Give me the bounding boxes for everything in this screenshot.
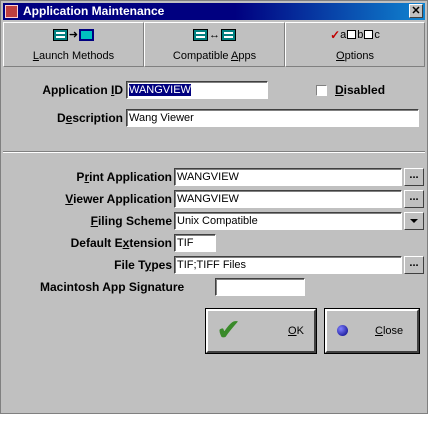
disabled-label: Disabled [335,83,386,97]
disabled-checkbox[interactable] [316,85,327,96]
macintosh-app-signature-field[interactable] [215,278,305,296]
file-types-field[interactable]: TIF;TIFF Files [174,256,402,274]
default-extension-label: Default Extension [70,236,172,250]
file-types-browse-button[interactable]: ... [404,256,424,274]
launch-methods-icon: ➜ [4,27,143,43]
filing-scheme-dropdown-button[interactable] [404,212,424,230]
close-button[interactable]: Close [324,308,420,354]
app-icon [5,5,18,18]
application-id-field[interactable]: WANGVIEW [126,81,268,99]
filing-scheme-select[interactable]: Unix Compatible [174,212,402,230]
macintosh-app-signature-label: Macintosh App Signature [40,280,185,294]
compatible-apps-label: Compatible Apps [172,50,257,62]
default-extension-field[interactable]: TIF [174,234,216,252]
viewer-application-field[interactable]: WANGVIEW [174,190,402,208]
print-application-browse-button[interactable]: ... [404,168,424,186]
viewer-application-browse-button[interactable]: ... [404,190,424,208]
close-dot-icon [337,325,348,336]
print-application-label: Print Application [76,170,172,184]
compatible-apps-icon: ↔ [145,27,284,43]
options-button[interactable]: ✓a b c Options [285,22,425,67]
application-maintenance-window: Application Maintenance ✕ ➜ Launch Metho… [0,0,428,414]
toolbar: ➜ Launch Methods ↔ Compatible Apps ✓a b c … [3,22,425,67]
launch-methods-label: Launch Methods [32,50,115,62]
application-id-label: Application ID [42,83,123,97]
description-label: Description [56,111,123,125]
window-title: Application Maintenance [23,4,165,18]
ok-button[interactable]: ✔ OK [205,308,317,354]
checkmark-icon: ✔ [216,313,242,348]
section-divider [3,151,425,153]
viewer-application-label: Viewer Application [65,192,172,206]
launch-methods-button[interactable]: ➜ Launch Methods [3,22,144,67]
compatible-apps-button[interactable]: ↔ Compatible Apps [144,22,285,67]
close-window-button[interactable]: ✕ [409,4,423,18]
filing-scheme-label: Filing Scheme [90,214,172,228]
close-label: Close [375,325,404,337]
options-icon: ✓a b c [330,27,380,42]
print-application-field[interactable]: WANGVIEW [174,168,402,186]
ok-label: OK [288,325,304,337]
title-bar[interactable]: Application Maintenance ✕ [3,3,425,20]
file-types-label: File Types [114,258,172,272]
description-field[interactable]: Wang Viewer [126,109,419,127]
options-label: Options [336,50,374,62]
